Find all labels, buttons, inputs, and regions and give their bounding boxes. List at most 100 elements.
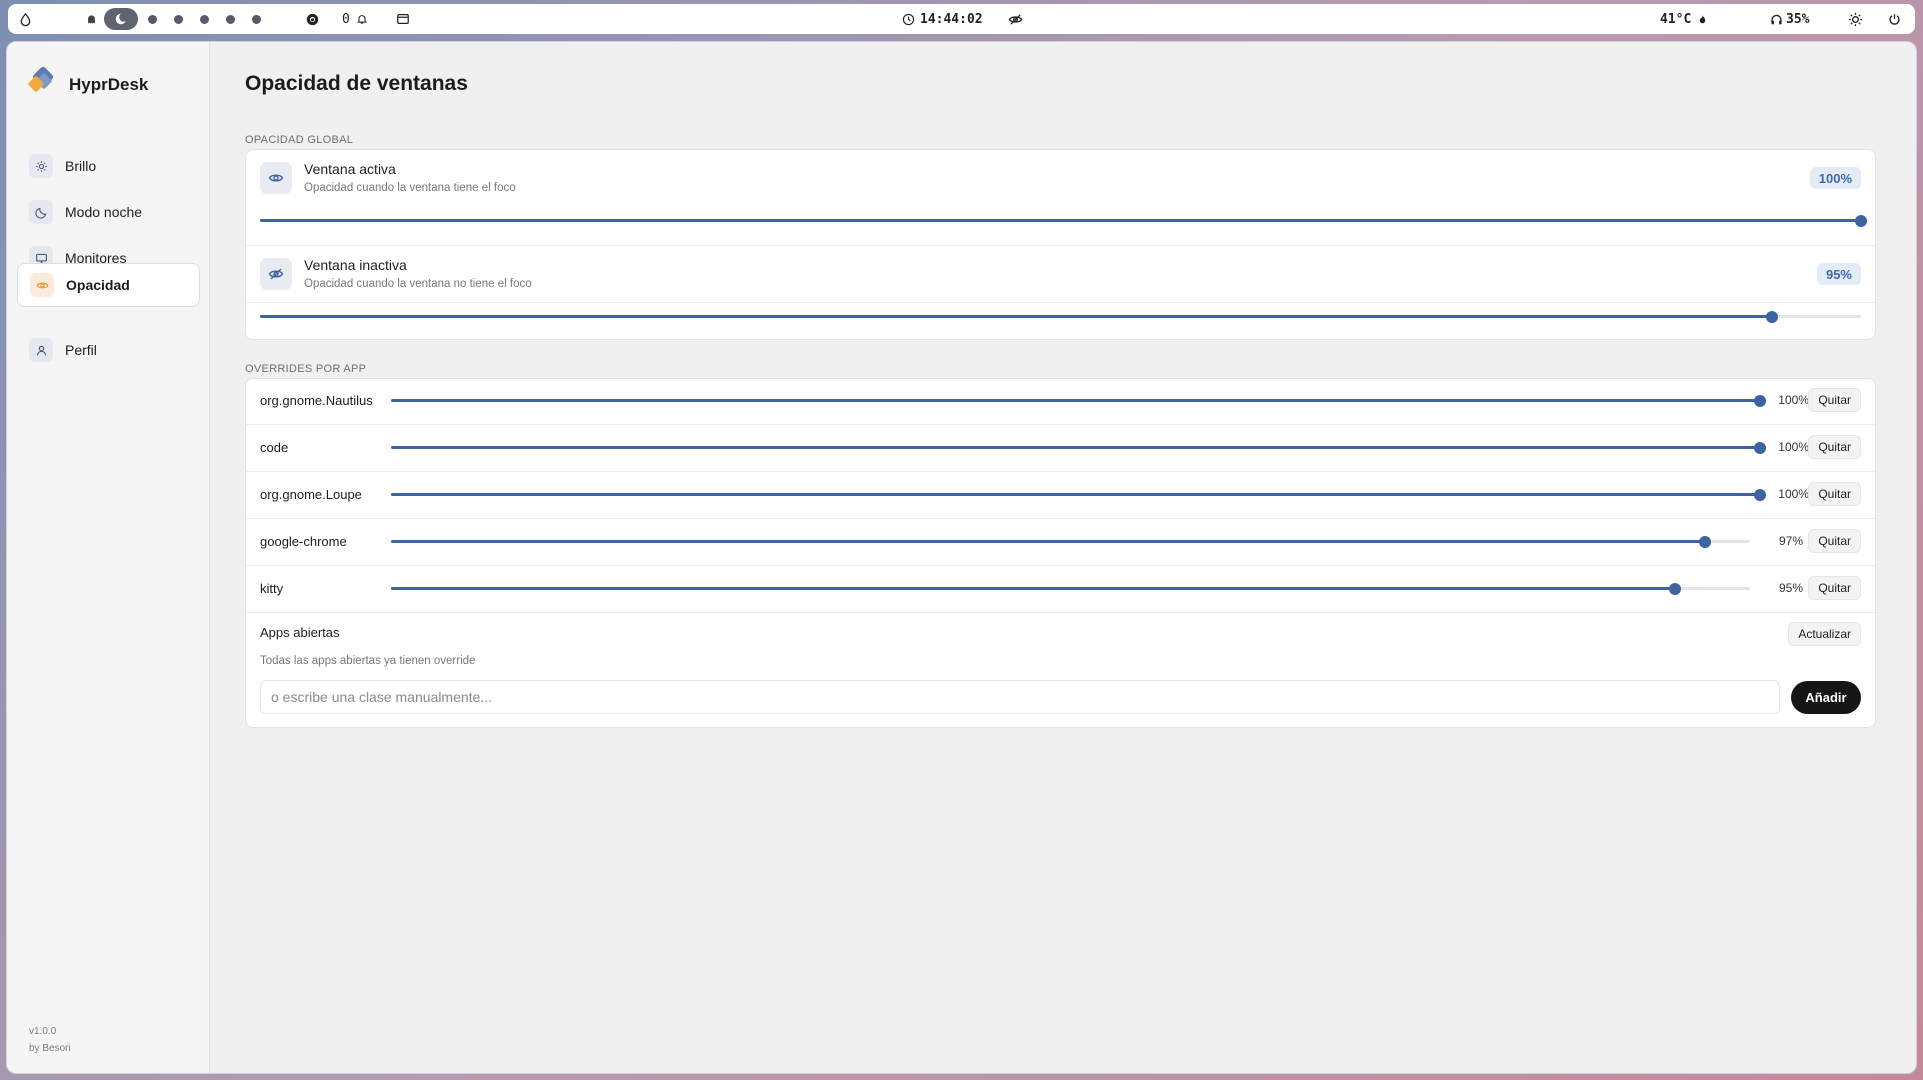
workspace-3[interactable] <box>174 4 183 34</box>
divider <box>246 565 1875 566</box>
override-opacity-slider[interactable] <box>391 440 1766 456</box>
sun-icon <box>29 154 53 178</box>
clock[interactable]: 14:44:02 <box>902 4 983 34</box>
remove-override-button[interactable]: Quitar <box>1808 435 1861 459</box>
sun-icon[interactable] <box>1848 4 1863 34</box>
sidebar-item-brillo[interactable]: Brillo <box>17 144 200 188</box>
divider <box>246 471 1875 472</box>
override-opacity-value: 100% <box>1778 487 1809 501</box>
ghost-icon[interactable] <box>86 4 97 34</box>
divider <box>246 518 1875 519</box>
override-opacity-slider[interactable] <box>391 581 1750 597</box>
hyprdesk-logo-icon <box>27 66 59 103</box>
slider-thumb[interactable] <box>1698 536 1711 548</box>
moon-icon <box>29 200 53 224</box>
app-version: v1.0.0 <box>29 1026 57 1037</box>
overrides-card: org.gnome.Nautilus 100% Quitar code 100%… <box>245 378 1876 728</box>
window-icon[interactable] <box>396 4 410 34</box>
headphones-battery[interactable]: 35% <box>1770 4 1809 34</box>
slider-thumb[interactable] <box>1855 215 1867 227</box>
power-icon[interactable] <box>1888 4 1901 34</box>
workspace-4[interactable] <box>200 4 209 34</box>
droplet-icon[interactable] <box>18 4 33 34</box>
override-opacity-slider[interactable] <box>391 487 1766 503</box>
override-opacity-slider[interactable] <box>391 534 1750 550</box>
refresh-button[interactable]: Actualizar <box>1788 622 1861 646</box>
divider <box>246 302 1875 303</box>
open-apps-subtitle: Todas las apps abiertas ya tienen overri… <box>260 655 476 667</box>
active-opacity-badge: 100% <box>1809 167 1861 189</box>
inactive-opacity-badge: 95% <box>1816 263 1861 285</box>
sidebar-item-modo-noche[interactable]: Modo noche <box>17 190 200 234</box>
active-window-subtitle: Opacidad cuando la ventana tiene el foco <box>304 182 516 194</box>
slider-thumb[interactable] <box>1754 395 1766 407</box>
section-label-global: OPACIDAD GLOBAL <box>245 134 354 146</box>
inactive-window-title: Ventana inactiva <box>304 257 407 273</box>
override-opacity-slider[interactable] <box>391 393 1766 409</box>
override-app-name: org.gnome.Nautilus <box>260 393 373 408</box>
brand: HyprDesk <box>27 66 148 103</box>
override-opacity-value: 97% <box>1778 534 1803 548</box>
eye-off-icon <box>260 258 292 290</box>
sidebar-item-opacidad[interactable]: Opacidad <box>17 263 200 307</box>
slider-thumb[interactable] <box>1754 489 1766 501</box>
override-opacity-value: 100% <box>1778 440 1809 454</box>
override-app-name: org.gnome.Loupe <box>260 487 362 502</box>
sidebar-item-perfil[interactable]: Perfil <box>17 328 200 372</box>
eye-icon <box>260 162 292 194</box>
remove-override-button[interactable]: Quitar <box>1808 529 1861 553</box>
open-apps-title: Apps abiertas <box>260 625 340 640</box>
top-bar: 0 14:44:02 41°C 35% <box>8 4 1915 34</box>
workspace-active[interactable] <box>104 4 138 34</box>
override-app-name: google-chrome <box>260 534 347 549</box>
temperature-value: 41°C <box>1660 11 1692 27</box>
headphones-battery-value: 35% <box>1786 11 1810 27</box>
active-opacity-slider[interactable] <box>260 213 1867 229</box>
app-name: HyprDesk <box>69 74 149 94</box>
active-window-title: Ventana activa <box>304 161 396 177</box>
inactive-window-subtitle: Opacidad cuando la ventana no tiene el f… <box>304 278 532 290</box>
divider <box>246 612 1875 613</box>
page-title: Opacidad de ventanas <box>245 72 468 95</box>
remove-override-button[interactable]: Quitar <box>1808 482 1861 506</box>
moon-icon <box>104 8 138 30</box>
workspace-6[interactable] <box>252 4 261 34</box>
override-opacity-value: 95% <box>1778 581 1803 595</box>
section-label-overrides: OVERRIDES POR APP <box>245 363 367 375</box>
app-window: HyprDesk Brillo Modo noche Monitores Opa… <box>6 41 1917 1074</box>
add-button[interactable]: Añadir <box>1791 681 1861 714</box>
slider-thumb[interactable] <box>1754 442 1766 454</box>
global-opacity-card: Ventana activa Opacidad cuando la ventan… <box>245 149 1876 340</box>
flame-icon <box>1697 14 1708 25</box>
temperature[interactable]: 41°C <box>1660 4 1708 34</box>
sidebar-item-label: Perfil <box>65 342 97 358</box>
eye-icon <box>30 273 54 297</box>
slider-thumb[interactable] <box>1668 583 1681 595</box>
sidebar-item-label: Brillo <box>65 158 97 174</box>
clock-time: 14:44:02 <box>920 11 983 27</box>
sidebar-item-label: Modo noche <box>65 204 143 220</box>
sidebar-item-label: Opacidad <box>66 277 130 293</box>
workspace-5[interactable] <box>226 4 235 34</box>
divider <box>246 424 1875 425</box>
workspace-2[interactable] <box>148 4 157 34</box>
remove-override-button[interactable]: Quitar <box>1808 576 1861 600</box>
github-icon[interactable] <box>306 4 319 34</box>
override-opacity-value: 100% <box>1778 393 1809 407</box>
app-author: by Besori <box>29 1043 71 1054</box>
inactive-opacity-slider[interactable] <box>260 309 1861 325</box>
remove-override-button[interactable]: Quitar <box>1808 388 1861 412</box>
override-app-name: code <box>260 440 289 455</box>
eye-off-icon[interactable] <box>1008 4 1023 34</box>
notifications-count: 0 <box>342 11 350 27</box>
user-icon <box>29 338 53 362</box>
manual-class-input[interactable] <box>260 680 1780 714</box>
bell-icon <box>356 13 368 25</box>
clock-icon <box>902 13 915 26</box>
slider-thumb[interactable] <box>1766 311 1779 323</box>
override-app-name: kitty <box>260 581 284 596</box>
divider <box>246 245 1875 246</box>
sidebar: HyprDesk Brillo Modo noche Monitores Opa… <box>7 42 210 1073</box>
notifications[interactable]: 0 <box>342 4 368 34</box>
sidebar-footer: v1.0.0 by Besori <box>29 1023 71 1057</box>
